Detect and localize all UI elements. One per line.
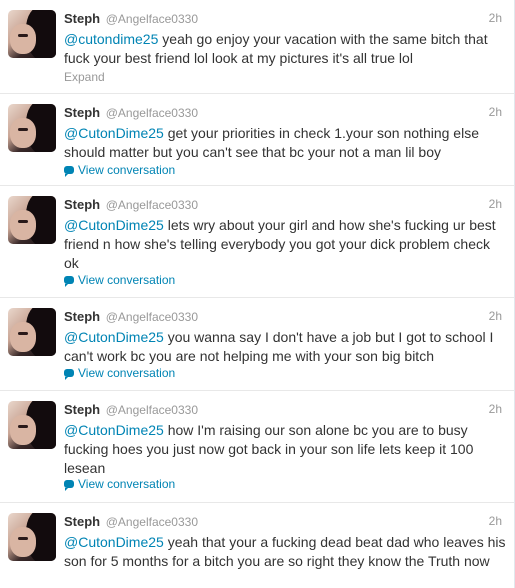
view-conversation-label: View conversation — [78, 273, 176, 287]
tweet[interactable]: Steph @Angelface0330 2h @CutonDime25 get… — [0, 94, 514, 186]
speech-bubble-icon — [64, 276, 74, 287]
user-name[interactable]: Steph — [64, 11, 100, 26]
avatar[interactable] — [8, 513, 56, 561]
tweet[interactable]: Steph @Angelface0330 2h @CutonDime25 let… — [0, 186, 514, 298]
tweet-header: Steph @Angelface0330 — [64, 513, 198, 531]
user-name[interactable]: Steph — [64, 309, 100, 324]
tweet-text: @CutonDime25 how I'm raising our son alo… — [64, 421, 506, 478]
user-handle[interactable]: @Angelface0330 — [106, 515, 198, 529]
view-conversation-link[interactable]: View conversation — [64, 477, 175, 491]
user-handle[interactable]: @Angelface0330 — [106, 403, 198, 417]
tweet-timestamp[interactable]: 2h — [489, 309, 502, 323]
user-name[interactable]: Steph — [64, 197, 100, 212]
user-handle[interactable]: @Angelface0330 — [106, 198, 198, 212]
mention-link[interactable]: @CutonDime25 — [64, 329, 164, 345]
mention-link[interactable]: @CutonDime25 — [64, 125, 164, 141]
avatar[interactable] — [8, 196, 56, 244]
tweet-text: @CutonDime25 get your priorities in chec… — [64, 124, 506, 162]
tweet-text: @cutondime25 yeah go enjoy your vacation… — [64, 30, 506, 68]
expand-link[interactable]: Expand — [64, 70, 105, 84]
avatar[interactable] — [8, 104, 56, 152]
mention-link[interactable]: @cutondime25 — [64, 31, 158, 47]
tweet-timestamp[interactable]: 2h — [489, 402, 502, 416]
speech-bubble-icon — [64, 369, 74, 380]
user-name[interactable]: Steph — [64, 514, 100, 529]
mention-link[interactable]: @CutonDime25 — [64, 422, 164, 438]
tweet[interactable]: Steph @Angelface0330 2h @CutonDime25 how… — [0, 391, 514, 503]
speech-bubble-icon — [64, 166, 74, 177]
tweet[interactable]: Steph @Angelface0330 2h @CutonDime25 yea… — [0, 503, 514, 588]
view-conversation-link[interactable]: View conversation — [64, 163, 175, 177]
view-conversation-link[interactable]: View conversation — [64, 273, 175, 287]
mention-link[interactable]: @CutonDime25 — [64, 217, 164, 233]
tweet-text: @CutonDime25 yeah that your a fucking de… — [64, 533, 506, 571]
tweet-header: Steph @Angelface0330 — [64, 308, 198, 326]
tweet-timestamp[interactable]: 2h — [489, 11, 502, 25]
user-handle[interactable]: @Angelface0330 — [106, 106, 198, 120]
mention-link[interactable]: @CutonDime25 — [64, 534, 164, 550]
tweet[interactable]: Steph @Angelface0330 2h @CutonDime25 you… — [0, 298, 514, 391]
view-conversation-label: View conversation — [78, 163, 176, 177]
tweet-header: Steph @Angelface0330 — [64, 401, 198, 419]
user-name[interactable]: Steph — [64, 402, 100, 417]
tweet-header: Steph @Angelface0330 — [64, 10, 198, 28]
user-name[interactable]: Steph — [64, 105, 100, 120]
avatar[interactable] — [8, 401, 56, 449]
tweet-timestamp[interactable]: 2h — [489, 105, 502, 119]
tweet-timeline: Steph @Angelface0330 2h @cutondime25 yea… — [0, 0, 515, 588]
tweet-header: Steph @Angelface0330 — [64, 104, 198, 122]
view-conversation-label: View conversation — [78, 477, 176, 491]
view-conversation-link[interactable]: View conversation — [64, 366, 175, 380]
tweet[interactable]: Steph @Angelface0330 2h @cutondime25 yea… — [0, 0, 514, 94]
tweet-timestamp[interactable]: 2h — [489, 197, 502, 211]
tweet-header: Steph @Angelface0330 — [64, 196, 198, 214]
tweet-timestamp[interactable]: 2h — [489, 514, 502, 528]
tweet-text: @CutonDime25 you wanna say I don't have … — [64, 328, 506, 366]
view-conversation-label: View conversation — [78, 366, 176, 380]
user-handle[interactable]: @Angelface0330 — [106, 12, 198, 26]
speech-bubble-icon — [64, 480, 74, 491]
user-handle[interactable]: @Angelface0330 — [106, 310, 198, 324]
avatar[interactable] — [8, 308, 56, 356]
avatar[interactable] — [8, 10, 56, 58]
tweet-text: @CutonDime25 lets wry about your girl an… — [64, 216, 506, 273]
